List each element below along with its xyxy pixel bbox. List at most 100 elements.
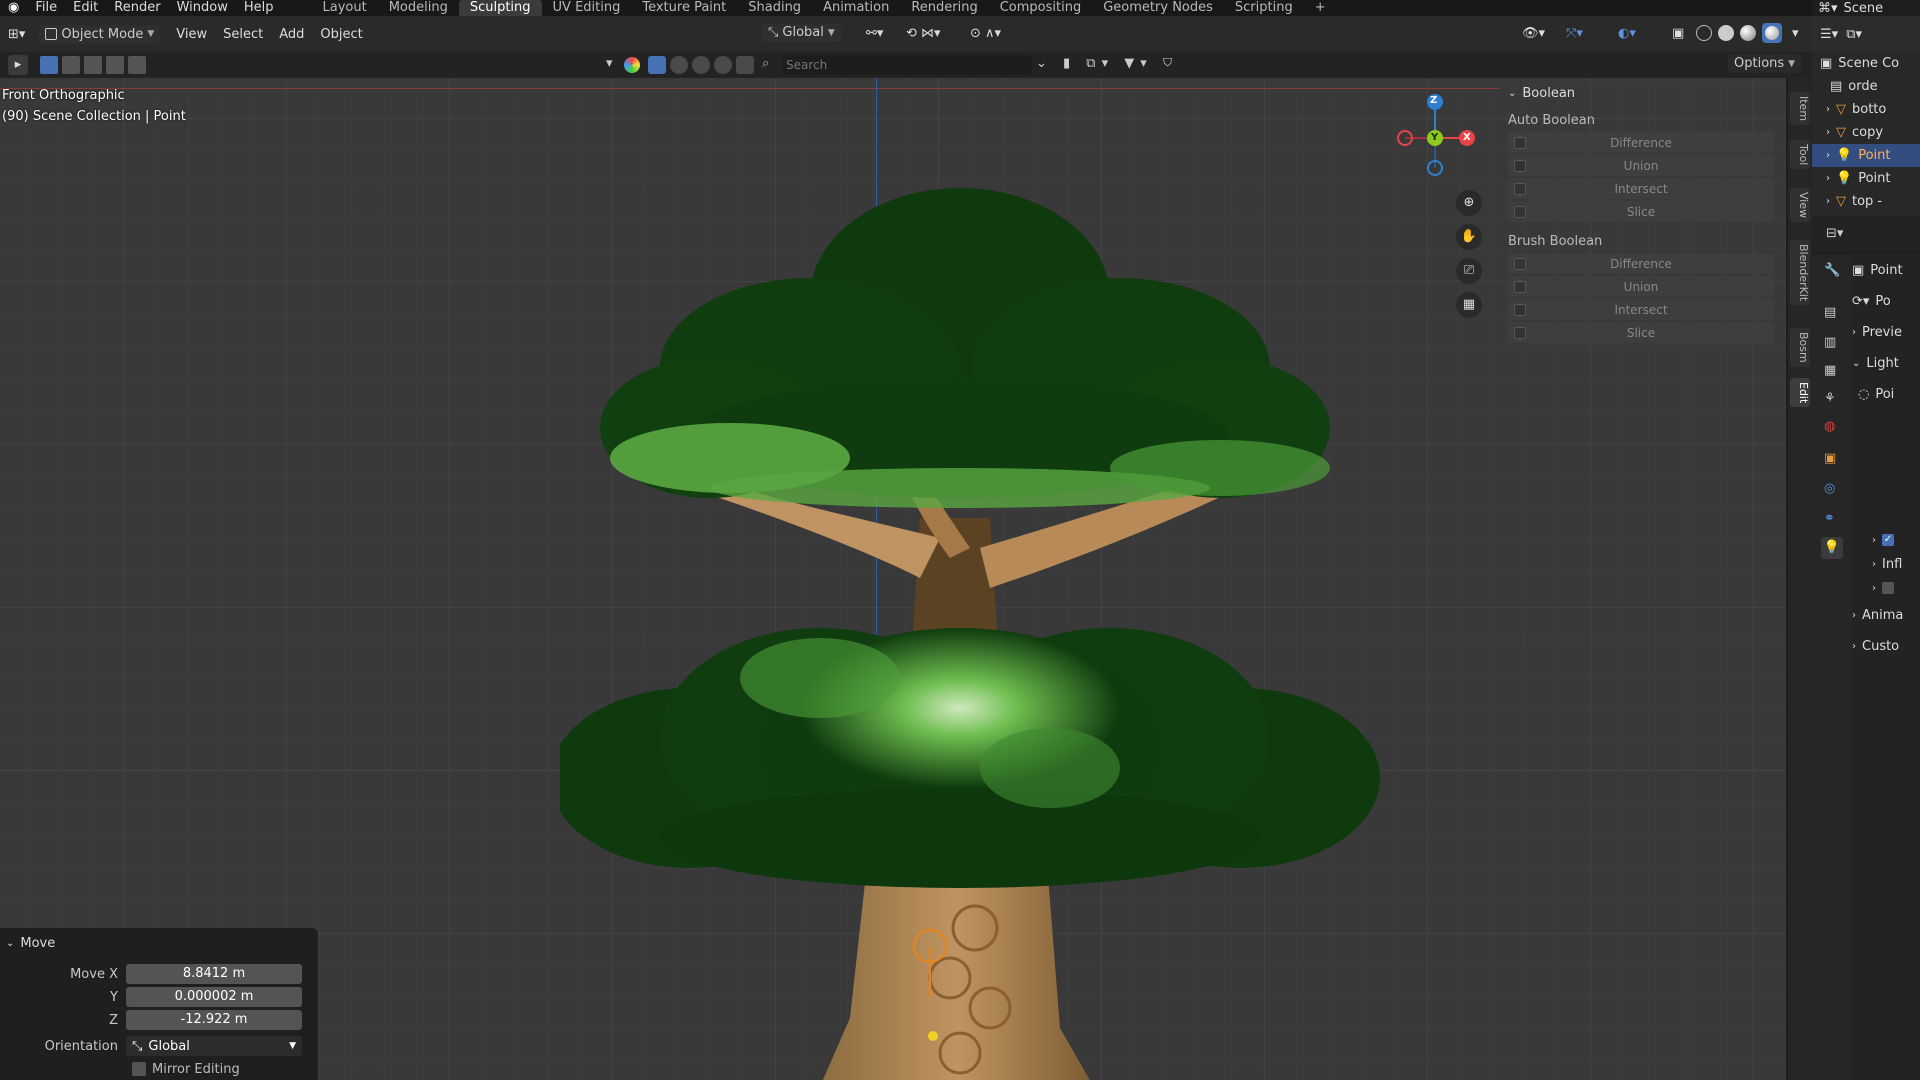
tree-model[interactable] [560, 138, 1380, 1080]
section-influence[interactable]: › Infl [1852, 552, 1920, 576]
display-mode-icon[interactable]: ☰▾ [1812, 27, 1846, 42]
outliner-row[interactable]: › ▽ botto [1812, 98, 1920, 121]
tab-tool[interactable]: Tool [1790, 140, 1810, 170]
tab-animation[interactable]: Animation [812, 0, 900, 16]
outliner-scene-collection[interactable]: ▣ Scene Co [1812, 52, 1920, 75]
tab-bosm[interactable]: Bosm [1790, 328, 1810, 367]
shading-material-icon[interactable] [1740, 25, 1756, 41]
tool-header-right-icons[interactable]: ⌄ ▮ ⧉▾ ▼▾ ⛉ [1036, 56, 1178, 71]
scene-tab-icon[interactable]: ⚘ [1824, 391, 1836, 406]
section-light[interactable]: ⌄ Light [1852, 348, 1920, 379]
editor-type-icon[interactable]: ⊞▾ [0, 25, 33, 44]
zoom-icon[interactable]: ⊕ [1456, 190, 1482, 216]
tab-edit[interactable]: Edit [1790, 378, 1810, 408]
tab-compositing[interactable]: Compositing [989, 0, 1093, 16]
menu-edit[interactable]: Edit [65, 0, 106, 16]
tool-mode-icons[interactable] [648, 56, 754, 74]
tab-view[interactable]: View [1790, 188, 1810, 223]
tab-sculpting[interactable]: Sculpting [458, 0, 542, 16]
auto-slice-button[interactable]: Slice [1508, 201, 1774, 222]
menu-help[interactable]: Help [236, 0, 282, 16]
shading-solid-icon[interactable] [1718, 25, 1734, 41]
auto-intersect-button[interactable]: Intersect [1508, 178, 1774, 199]
brush-union-button[interactable]: Union [1508, 276, 1774, 297]
section-preview[interactable]: › Previe [1852, 317, 1920, 348]
checkbox-checked[interactable]: ✓ [1882, 534, 1894, 546]
shading-options-icon[interactable]: ▾ [1784, 24, 1807, 43]
select-tool-icon[interactable]: ▸ [8, 55, 28, 75]
tab-uv-editing[interactable]: UV Editing [542, 0, 632, 16]
orientation-dropdown[interactable]: ⤡ Global ▼ [762, 23, 841, 42]
view-menu[interactable]: View [168, 25, 215, 44]
filter-chevron-icon[interactable]: ▾ [606, 56, 613, 71]
physics-tab-icon[interactable]: ◎ [1824, 481, 1835, 496]
view-layer-tab-icon[interactable]: ▦ [1824, 363, 1836, 378]
move-z-field[interactable]: -12.922 m [126, 1010, 302, 1030]
move-x-field[interactable]: 8.8412 m [126, 964, 302, 984]
filter-icon[interactable]: ⧉▾ [1846, 27, 1862, 42]
outliner-row-selected[interactable]: › 💡 Point [1812, 144, 1920, 167]
gizmo-toggle-icon[interactable]: ⤧▾ [1558, 24, 1591, 43]
light-data-tab-icon[interactable]: 💡 [1821, 537, 1843, 559]
checkbox-unchecked[interactable] [1882, 582, 1894, 594]
tab-shading[interactable]: Shading [737, 0, 812, 16]
mirror-editing-checkbox[interactable] [132, 1062, 146, 1076]
object-name-field[interactable]: ▣ Point [1852, 255, 1920, 286]
tab-geometry-nodes[interactable]: Geometry Nodes [1092, 0, 1224, 16]
add-workspace-button[interactable]: + [1304, 0, 1337, 16]
object-tab-icon[interactable]: ▣ [1824, 451, 1836, 466]
xray-icon[interactable]: ▣ [1664, 24, 1692, 43]
outliner-row[interactable]: › 💡 Point [1812, 167, 1920, 190]
pivot-icon[interactable]: ⚯▾ [858, 24, 891, 43]
brush-intersect-button[interactable]: Intersect [1508, 299, 1774, 320]
search-input[interactable] [782, 55, 1032, 75]
menu-render[interactable]: Render [106, 0, 168, 16]
tab-scripting[interactable]: Scripting [1224, 0, 1304, 16]
checkbox-row[interactable]: › [1852, 576, 1920, 600]
mode-dropdown[interactable]: Object Mode ▼ [39, 24, 161, 44]
menu-file[interactable]: File [27, 0, 65, 16]
tab-rendering[interactable]: Rendering [900, 0, 988, 16]
camera-view-icon[interactable]: ⎚ [1456, 258, 1482, 284]
brush-difference-button[interactable]: Difference [1508, 253, 1774, 274]
object-menu[interactable]: Object [312, 25, 370, 44]
tool-tab-icon[interactable]: 🔧 [1824, 263, 1840, 278]
move-panel-header[interactable]: ⌄ Move [0, 928, 318, 959]
render-tab-icon[interactable]: ▤ [1824, 305, 1836, 320]
add-menu[interactable]: Add [271, 25, 312, 44]
proportional-edit-icon[interactable]: ⊙ ∧▾ [962, 24, 1009, 43]
output-tab-icon[interactable]: ▥ [1824, 335, 1836, 350]
visibility-icon[interactable]: 👁▾ [1514, 24, 1553, 43]
brush-slice-button[interactable]: Slice [1508, 322, 1774, 343]
outliner-row[interactable]: › ▽ copy [1812, 121, 1920, 144]
tab-texture-paint[interactable]: Texture Paint [631, 0, 737, 16]
pan-hand-icon[interactable]: ✋ [1456, 224, 1482, 250]
scene-selector[interactable]: ⌘▾ Scene [1812, 0, 1920, 16]
ortho-grid-icon[interactable]: ▦ [1456, 292, 1482, 318]
outliner-row[interactable]: › ▽ top - [1812, 190, 1920, 213]
tab-modeling[interactable]: Modeling [378, 0, 459, 16]
properties-editor-icon[interactable]: ⊟▾ [1826, 226, 1843, 241]
section-custom-properties[interactable]: › Custo [1852, 631, 1920, 662]
constraints-tab-icon[interactable]: ⚭ [1824, 511, 1835, 526]
select-menu[interactable]: Select [215, 25, 271, 44]
tab-layout[interactable]: Layout [311, 0, 377, 16]
checkbox-row[interactable]: › ✓ [1852, 528, 1920, 552]
light-data-field[interactable]: ⟳▾ Po [1852, 286, 1920, 317]
tab-item[interactable]: Item [1790, 92, 1810, 126]
light-type-field[interactable]: ◌ Poi [1852, 379, 1920, 410]
world-tab-icon[interactable]: ◍ [1824, 419, 1835, 434]
auto-union-button[interactable]: Union [1508, 155, 1774, 176]
snap-icon[interactable]: ⟲ ⋈▾ [898, 24, 949, 43]
color-picker-icon[interactable] [624, 57, 640, 73]
section-animation[interactable]: › Anima [1852, 600, 1920, 631]
move-y-field[interactable]: 0.000002 m [126, 987, 302, 1007]
overlay-toggle-icon[interactable]: ◐▾ [1610, 24, 1644, 43]
orientation-select[interactable]: ⤡ Global ▼ [126, 1036, 302, 1056]
shading-rendered-icon[interactable] [1762, 23, 1782, 43]
auto-difference-button[interactable]: Difference [1508, 132, 1774, 153]
blender-logo-icon[interactable]: ◉ [0, 0, 27, 16]
shading-wireframe-icon[interactable] [1696, 25, 1712, 41]
outliner-row[interactable]: ▤ orde [1812, 75, 1920, 98]
options-dropdown[interactable]: Options ▼ [1728, 54, 1802, 73]
